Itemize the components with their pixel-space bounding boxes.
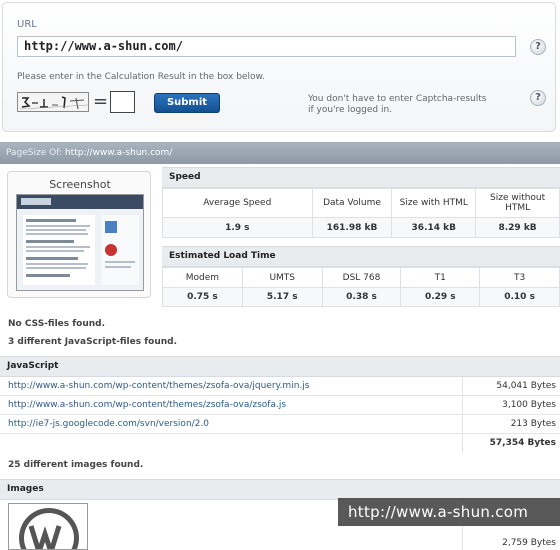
images-count-note: 25 different images found. [8,460,144,470]
speed-value-size-with-html: 36.14 kB [391,217,477,238]
captcha-image [17,92,89,112]
load-time-section-header: Estimated Load Time [162,246,560,267]
captcha-note-line2: if you're logged in. [308,105,393,115]
speed-col-size-without-html: Size without HTML [475,188,560,218]
javascript-section-header: JavaScript [0,356,560,377]
captcha-answer-input[interactable] [110,91,135,113]
load-col-modem: Modem [162,267,243,288]
pagesize-header: PageSize Of: http://www.a-shun.com/ [0,142,560,164]
speed-value-average: 1.9 s [162,217,313,238]
speed-section-header: Speed [162,167,560,188]
load-col-umts: UMTS [241,267,323,288]
calculation-hint: Please enter in the Calculation Result i… [17,72,265,82]
js-file-size: 3,100 Bytes [502,400,556,410]
js-file-row: http://ie7-js.googlecode.com/svn/version… [0,415,560,434]
column-divider [462,396,463,415]
screenshot-title: Screenshot [49,178,111,191]
captcha-note: You don't have to enter Captcha-results … [308,94,508,116]
equals-sign: = [93,91,109,112]
no-css-note: No CSS-files found. [8,319,106,329]
wordpress-logo-icon [19,508,79,549]
load-value-umts: 5.17 s [241,287,323,307]
watermark-overlay: http://www.a-shun.com [338,498,560,526]
load-col-t1: T1 [400,267,481,288]
column-divider [462,377,463,396]
url-label: URL [17,19,37,30]
url-form-panel: URL http://www.a-shun.com/ ? Please ente… [2,2,556,132]
speed-col-data-volume: Data Volume [311,188,393,218]
js-file-size: 213 Bytes [510,419,556,429]
js-file-link[interactable]: http://www.a-shun.com/wp-content/themes/… [8,381,309,391]
pagesize-url-link[interactable]: http://www.a-shun.com/ [65,148,172,158]
speed-value-size-without-html: 8.29 kB [475,217,560,238]
images-section-header: Images [0,479,560,500]
load-value-modem: 0.75 s [162,287,243,307]
js-file-link[interactable]: http://www.a-shun.com/wp-content/themes/… [8,400,286,410]
js-count-note: 3 different JavaScript-files found. [8,337,178,347]
image-size: 2,759 Bytes [502,538,556,548]
url-input[interactable]: http://www.a-shun.com/ [17,36,516,57]
load-value-t1: 0.29 s [400,287,481,307]
load-col-dsl: DSL 768 [321,267,402,288]
js-total-row: 57,354 Bytes [0,434,560,453]
speed-value-data-volume: 161.98 kB [311,217,393,238]
js-total-size: 57,354 Bytes [489,438,556,448]
captcha-help-icon[interactable]: ? [530,90,546,106]
column-divider [462,434,463,453]
url-help-icon[interactable]: ? [530,39,546,55]
thumbnail-drawing [17,195,143,290]
speed-table: Average Speed Data Volume Size with HTML… [162,188,560,238]
captcha-note-line1: You don't have to enter Captcha-results [308,94,487,104]
load-time-table: Modem UMTS DSL 768 T1 T3 0.75 s 5.17 s 0… [162,267,560,307]
load-col-t3: T3 [479,267,560,288]
js-file-size: 54,041 Bytes [496,381,556,391]
image-thumbnail[interactable] [8,503,88,550]
site-screenshot-thumbnail[interactable] [16,194,144,291]
load-value-dsl: 0.38 s [321,287,402,307]
pagesize-label: PageSize Of: [6,148,63,158]
submit-button[interactable]: Submit [154,93,220,113]
js-file-row: http://www.a-shun.com/wp-content/themes/… [0,377,560,396]
speed-col-size-with-html: Size with HTML [391,188,477,218]
load-value-t3: 0.10 s [479,287,560,307]
js-file-row: http://www.a-shun.com/wp-content/themes/… [0,396,560,415]
screenshot-card: Screenshot [7,171,151,298]
js-file-link[interactable]: http://ie7-js.googlecode.com/svn/version… [8,419,209,429]
captcha-glyphs [19,96,88,110]
column-divider [462,415,463,434]
speed-col-average: Average Speed [162,188,313,218]
